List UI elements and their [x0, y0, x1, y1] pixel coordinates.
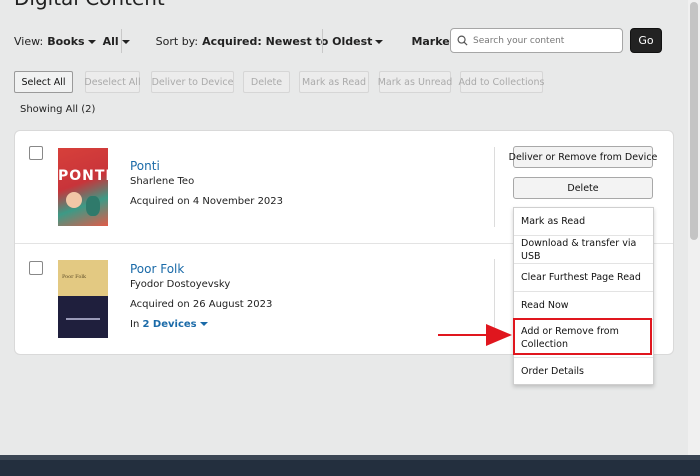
- search-input[interactable]: [473, 35, 613, 46]
- showing-count: Showing All (2): [20, 104, 96, 115]
- filter-divider: [121, 29, 122, 53]
- mark-as-unread-button[interactable]: Mark as Unread: [378, 71, 452, 93]
- book-author: Fyodor Dostoyevsky: [130, 279, 231, 290]
- devices-prefix: In: [130, 319, 140, 330]
- actions-divider: [494, 147, 495, 227]
- view-label: View:: [14, 34, 44, 48]
- mark-as-read-button[interactable]: Mark as Read: [299, 71, 369, 93]
- chevron-down-icon: [87, 39, 96, 44]
- chevron-down-icon: [375, 39, 384, 44]
- book-cover[interactable]: PONTI: [58, 148, 108, 226]
- scrollbar[interactable]: [688, 0, 700, 455]
- deselect-all-button[interactable]: Deselect All: [84, 71, 141, 93]
- all-dropdown[interactable]: All: [103, 35, 130, 48]
- view-dropdown[interactable]: Books: [47, 35, 96, 48]
- red-arrow-icon: [438, 324, 512, 346]
- page-footer: [0, 455, 700, 476]
- select-checkbox[interactable]: [29, 146, 43, 160]
- sort-label: Sort by:: [155, 34, 199, 48]
- acquired-date: Acquired on 4 November 2023: [130, 196, 284, 207]
- chevron-down-icon: [199, 322, 208, 326]
- deliver-to-device-button[interactable]: Deliver to Device: [151, 71, 234, 93]
- book-title[interactable]: Poor Folk: [130, 262, 184, 276]
- select-checkbox[interactable]: [29, 261, 43, 275]
- menu-item-read-now[interactable]: Read Now: [514, 292, 653, 319]
- menu-item-download-usb[interactable]: Download & transfer via USB: [514, 236, 653, 263]
- delete-book-button[interactable]: Delete: [513, 177, 653, 199]
- search-icon: [457, 35, 468, 46]
- menu-item-clear-furthest-page[interactable]: Clear Furthest Page Read: [514, 264, 653, 291]
- select-all-button[interactable]: Select All: [14, 71, 73, 93]
- go-button[interactable]: Go: [630, 28, 662, 53]
- delete-button[interactable]: Delete: [243, 71, 290, 93]
- book-title[interactable]: Ponti: [130, 159, 160, 173]
- filter-divider: [322, 29, 323, 53]
- menu-item-order-details[interactable]: Order Details: [514, 358, 653, 385]
- sort-dropdown[interactable]: Acquired: Newest to Oldest: [202, 35, 384, 48]
- search-box: [450, 28, 623, 53]
- book-cover[interactable]: Poor Folk: [58, 260, 108, 338]
- deliver-remove-button[interactable]: Deliver or Remove from Device: [509, 146, 657, 168]
- book-author: Sharlene Teo: [130, 176, 195, 187]
- acquired-date: Acquired on 26 August 2023: [130, 299, 273, 310]
- add-to-collections-button[interactable]: Add to Collections: [459, 71, 544, 93]
- chevron-down-icon: [121, 39, 130, 44]
- more-actions-menu: Mark as Read Download & transfer via USB…: [513, 207, 654, 385]
- devices-link[interactable]: 2 Devices: [142, 319, 196, 330]
- highlight-box: [513, 318, 652, 355]
- menu-item-mark-as-read[interactable]: Mark as Read: [514, 208, 653, 235]
- devices-info: In 2 Devices: [130, 319, 208, 330]
- page-title: Digital Content: [14, 0, 165, 10]
- scrollbar-thumb[interactable]: [690, 2, 698, 240]
